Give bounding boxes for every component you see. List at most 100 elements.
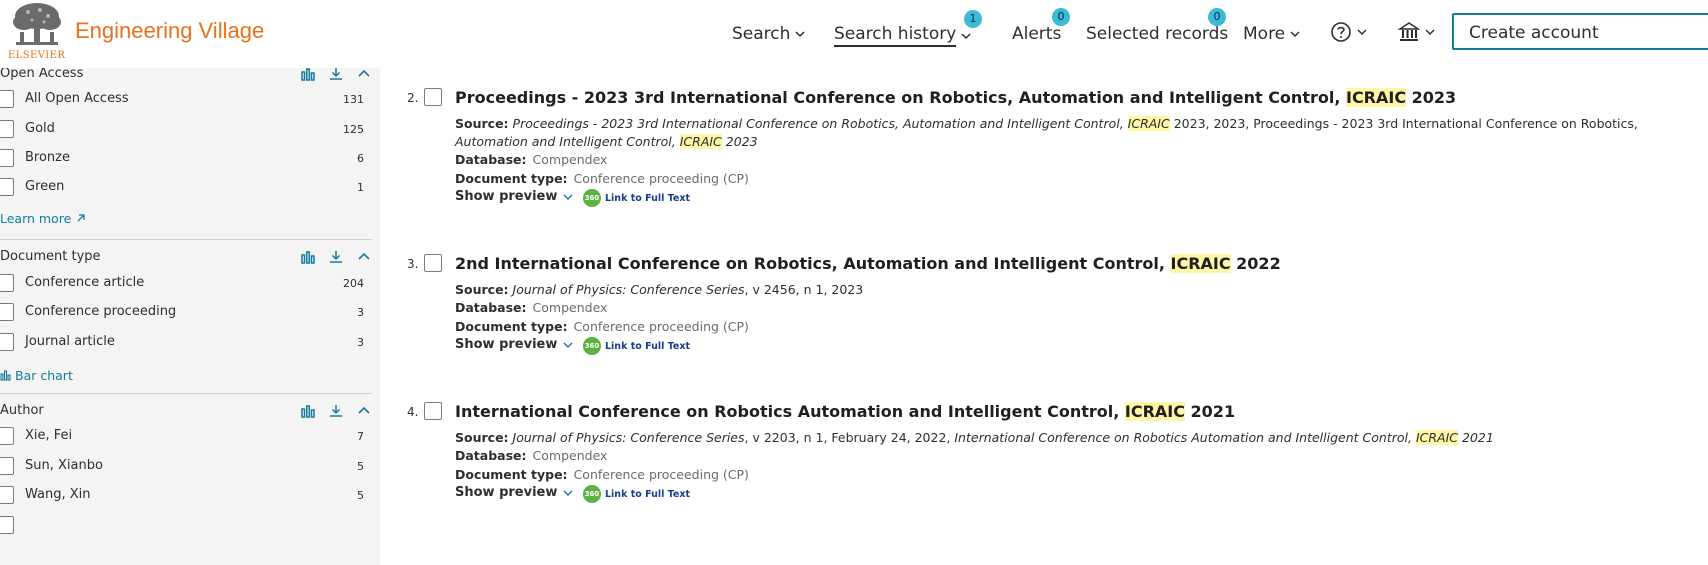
nav-alerts[interactable]: Alerts (1012, 24, 1061, 44)
filter-sidebar: Open Access All Open Access 131 Gold 125… (0, 68, 380, 565)
facet-bronze[interactable]: Bronze 6 (0, 147, 372, 169)
facet-count: 131 (343, 93, 364, 106)
link-360-icon: 360 (583, 189, 601, 207)
nav-search[interactable]: Search (732, 24, 805, 44)
show-preview-label: Show preview (455, 485, 558, 500)
result-checkbox[interactable] (424, 88, 442, 106)
checkbox[interactable] (0, 120, 14, 138)
elsevier-logo[interactable]: ELSEVIER (6, 2, 65, 62)
facet-label: All Open Access (25, 91, 129, 106)
checkbox[interactable] (0, 333, 14, 351)
nav-more[interactable]: More (1243, 24, 1300, 44)
result-title[interactable]: 2nd International Conference on Robotics… (455, 254, 1281, 273)
download-icon[interactable] (328, 68, 344, 82)
facet-label: Conference proceeding (25, 304, 177, 319)
download-icon[interactable] (328, 249, 344, 265)
title-highlight: ICRAIC (1345, 88, 1407, 107)
facet-gold[interactable]: Gold 125 (0, 118, 372, 140)
checkbox[interactable] (0, 303, 14, 321)
nav-search-history[interactable]: Search history (834, 24, 971, 47)
facet-green[interactable]: Green 1 (0, 176, 372, 198)
title-text: 2023 (1406, 88, 1457, 107)
show-preview-button[interactable]: Show preview (455, 485, 573, 500)
result-title[interactable]: Proceedings - 2023 3rd International Con… (455, 88, 1456, 107)
full-text-link[interactable]: 360 Link to Full Text (583, 485, 690, 503)
facet-author-wang-xin[interactable]: Wang, Xin 5 (0, 484, 372, 506)
source-text: 2023, 2023, Proceedings - 2023 3rd Inter… (1169, 116, 1638, 131)
title-text: International Conference on Robotics Aut… (455, 402, 1125, 421)
bar-chart-link[interactable]: Bar chart (0, 368, 73, 383)
checkbox[interactable] (0, 178, 14, 196)
facet-count: 204 (343, 277, 364, 290)
bar-chart-icon[interactable] (300, 68, 316, 82)
facet-conference-proceeding[interactable]: Conference proceeding 3 (0, 301, 372, 323)
download-icon[interactable] (328, 403, 344, 419)
title-text: 2021 (1184, 402, 1236, 421)
chevron-down-icon (961, 32, 971, 39)
collapse-icon[interactable] (356, 68, 372, 82)
checkbox[interactable] (0, 90, 14, 108)
checkbox[interactable] (0, 516, 14, 534)
title-highlight: ICRAIC (1124, 402, 1185, 421)
bar-chart-icon[interactable] (300, 249, 316, 265)
alerts-badge: 0 (1052, 8, 1070, 26)
learn-more-link[interactable]: Learn more (0, 211, 86, 226)
result-checkbox[interactable] (424, 402, 442, 420)
full-text-link[interactable]: 360 Link to Full Text (583, 337, 690, 355)
facet-label: Journal article (25, 334, 115, 349)
facet-count: 3 (357, 306, 364, 319)
result-checkbox[interactable] (424, 254, 442, 272)
show-preview-button[interactable]: Show preview (455, 189, 573, 204)
help-icon (1331, 22, 1351, 42)
checkbox[interactable] (0, 149, 14, 167)
nav-alerts-label: Alerts (1012, 24, 1062, 44)
search-history-badge: 1 (964, 10, 982, 28)
nav-selected-records[interactable]: Selected records (1086, 24, 1228, 44)
document-type-title: Document type (0, 249, 101, 264)
facet-author-sun-xianbo[interactable]: Sun, Xianbo 5 (0, 455, 372, 477)
bar-chart-label: Bar chart (15, 368, 73, 383)
facet-count: 7 (357, 430, 364, 443)
source-text: International Conference on Robotics Aut… (954, 430, 1416, 445)
result-source: Source: Journal of Physics: Conference S… (455, 430, 1494, 445)
collapse-icon[interactable] (356, 249, 372, 265)
brand-name[interactable]: Engineering Village (75, 18, 264, 44)
show-preview-label: Show preview (455, 337, 558, 352)
database-value: Compendex (532, 448, 608, 463)
source-label: Source: (455, 116, 509, 131)
nav-more-label: More (1243, 24, 1286, 44)
result-source: Source: Journal of Physics: Conference S… (455, 282, 863, 297)
learn-more-label: Learn more (0, 211, 72, 226)
source-label: Source: (455, 430, 509, 445)
result-number: 4. (407, 405, 419, 419)
checkbox[interactable] (0, 486, 14, 504)
create-account-button[interactable]: Create account (1452, 13, 1708, 50)
show-preview-button[interactable]: Show preview (455, 337, 573, 352)
show-preview-label: Show preview (455, 189, 558, 204)
full-text-label: Link to Full Text (605, 488, 691, 500)
facet-author-partial[interactable] (0, 514, 372, 536)
facet-all-open-access[interactable]: All Open Access 131 (0, 88, 372, 110)
source-text: , v 2203, n 1, February 24, 2022, (744, 430, 955, 445)
facet-label: Conference article (25, 275, 145, 290)
checkbox[interactable] (0, 274, 14, 292)
facet-count: 6 (357, 152, 364, 165)
nav-institution[interactable] (1398, 21, 1435, 43)
nav-help[interactable] (1330, 21, 1367, 43)
database-value: Compendex (532, 300, 608, 315)
bar-chart-icon[interactable] (300, 403, 316, 419)
result-number: 2. (407, 91, 419, 105)
doctype-label: Document type: (455, 171, 568, 186)
checkbox[interactable] (0, 427, 14, 445)
full-text-link[interactable]: 360 Link to Full Text (583, 189, 690, 207)
facet-journal-article[interactable]: Journal article 3 (0, 331, 372, 353)
collapse-icon[interactable] (356, 403, 372, 419)
facet-count: 5 (357, 460, 364, 473)
facet-conference-article[interactable]: Conference article 204 (0, 272, 372, 294)
checkbox[interactable] (0, 457, 14, 475)
link-360-icon: 360 (583, 485, 601, 503)
facet-author-xie-fei[interactable]: Xie, Fei 7 (0, 425, 372, 447)
doctype-value: Conference proceeding (CP) (573, 319, 749, 334)
result-title[interactable]: International Conference on Robotics Aut… (455, 402, 1235, 421)
database-label: Database: (455, 300, 527, 315)
